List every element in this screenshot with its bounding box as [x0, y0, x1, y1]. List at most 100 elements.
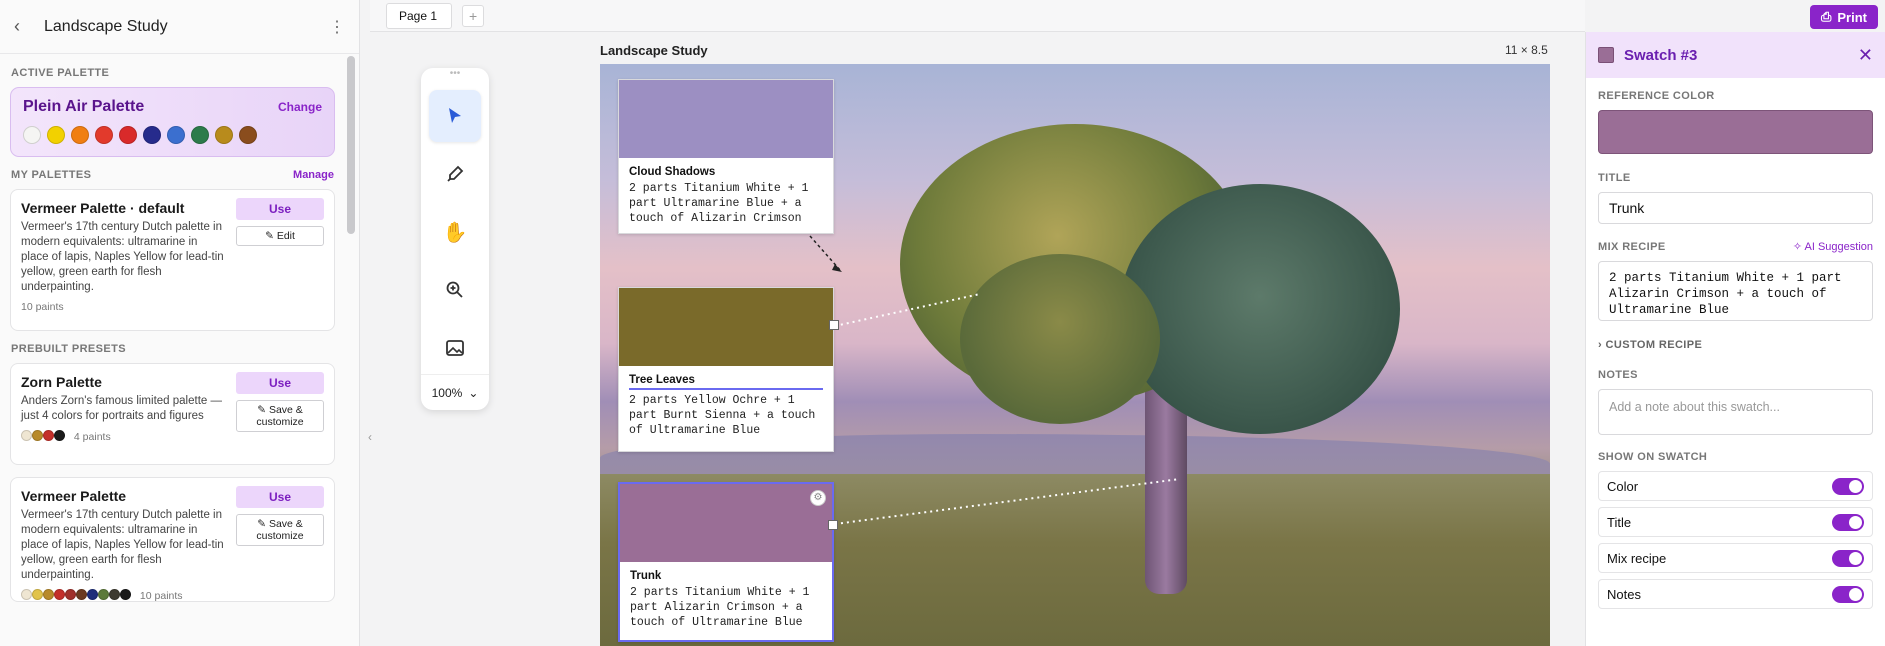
swatch-card[interactable]: Tree Leaves 2 parts Yellow Ochre + 1 par… [618, 287, 839, 452]
toggle-row-mix-recipe[interactable]: Mix recipe [1598, 543, 1873, 573]
swatch-card-selected[interactable]: ⚙ Trunk 2 parts Titanium White + 1 part … [618, 482, 838, 642]
sidebar-scrollbar[interactable] [347, 56, 355, 234]
print-button[interactable]: ⎙ Print [1810, 5, 1878, 29]
eyedropper-tool[interactable] [429, 148, 481, 200]
swatch-inspector: Swatch #3 ✕ REFERENCE COLOR TITLE Trunk … [1585, 32, 1885, 646]
chevron-down-icon: ⌄ [468, 385, 479, 400]
reference-color-picker[interactable] [1598, 110, 1873, 154]
notes-toggle[interactable] [1832, 585, 1864, 603]
add-page-button[interactable]: + [462, 4, 485, 27]
swatch-recipe: 2 parts Titanium White + 1 part Ultramar… [629, 182, 809, 225]
palette-color-dots [23, 126, 322, 144]
print-label: Print [1837, 9, 1868, 25]
zoom-dropdown[interactable]: 100% ⌄ [421, 374, 489, 410]
collapse-sidebar-icon[interactable]: ‹ [368, 430, 372, 444]
mix-recipe-toggle[interactable] [1832, 549, 1864, 567]
title-label: TITLE [1598, 172, 1873, 184]
mix-recipe-label: MIX RECIPE ✧ AI Suggestion [1598, 240, 1873, 254]
color-swatch-dot [54, 589, 65, 600]
swatch-card[interactable]: Cloud Shadows 2 parts Titanium White + 1… [618, 79, 834, 234]
hand-icon: ✋ [442, 221, 468, 244]
zoom-in-icon [446, 281, 463, 298]
section-label: PREBUILT PRESETS [11, 343, 126, 355]
paint-count: 4 paints [73, 431, 111, 443]
color-swatch-dot [215, 126, 233, 144]
ai-suggestion-button[interactable]: ✧ AI Suggestion [1793, 240, 1873, 253]
preset-color-dots [21, 589, 131, 603]
save-customize-button[interactable]: ✎ Save & customize [236, 514, 324, 546]
use-preset-button[interactable]: Use [236, 372, 324, 394]
edit-icon: ✎ [257, 404, 267, 416]
color-swatch-dot [95, 126, 113, 144]
select-tool[interactable] [429, 90, 481, 142]
color-swatch-dot [191, 126, 209, 144]
color-swatch-dot [32, 430, 43, 441]
zoom-tool[interactable] [429, 264, 481, 316]
toggle-label: Mix recipe [1607, 550, 1667, 566]
reference-color-label: REFERENCE COLOR [1598, 90, 1873, 102]
image-tool[interactable] [429, 322, 481, 374]
swatch-recipe: 2 parts Yellow Ochre + 1 part Burnt Sien… [629, 394, 816, 437]
close-icon[interactable]: ✕ [1858, 45, 1873, 66]
palette-card[interactable]: Vermeer Palette · default Vermeer's 17th… [10, 189, 335, 331]
toggle-row-notes[interactable]: Notes [1598, 579, 1873, 609]
chevron-right-icon: › [1598, 339, 1603, 351]
notes-input[interactable]: Add a note about this swatch... [1598, 389, 1873, 435]
mix-recipe-input[interactable]: 2 parts Titanium White + 1 part Alizarin… [1598, 261, 1873, 321]
pan-tool[interactable]: ✋ [429, 206, 481, 258]
swatch-color [619, 80, 833, 158]
inspector-header: Swatch #3 ✕ [1586, 32, 1885, 78]
label-text: SHOW ON SWATCH [1598, 451, 1708, 463]
title-input[interactable]: Trunk [1598, 192, 1873, 224]
pencil-icon: ✎ [265, 230, 274, 242]
preset-card-vermeer[interactable]: Vermeer Palette Vermeer's 17th century D… [10, 477, 335, 602]
page-tabs: Page 1 + [370, 0, 1585, 32]
preset-paints: 4 paints [21, 430, 324, 444]
toggle-label: Title [1607, 514, 1632, 530]
connector-handle[interactable] [828, 520, 838, 530]
use-palette-button[interactable]: Use [236, 198, 324, 220]
swatch-recipe: 2 parts Titanium White + 1 part Alizarin… [630, 586, 810, 629]
preset-card-zorn[interactable]: Zorn Palette Anders Zorn's famous limite… [10, 363, 335, 465]
toggle-row-title[interactable]: Title [1598, 507, 1873, 537]
use-preset-button[interactable]: Use [236, 486, 324, 508]
canvas-page[interactable]: Cloud Shadows 2 parts Titanium White + 1… [600, 64, 1550, 646]
connector-handle[interactable] [829, 320, 839, 330]
settings-icon[interactable]: ⚙ [810, 490, 826, 506]
app: ‹ Landscape Study ⋮ ACTIVE PALETTE Plein… [0, 0, 1885, 646]
edit-label: Edit [276, 230, 295, 242]
toggle-row-color[interactable]: Color [1598, 471, 1873, 501]
preset-description: Anders Zorn's famous limited palette — j… [21, 395, 222, 422]
inspector-title: Swatch #3 [1624, 46, 1698, 64]
custom-recipe-toggle[interactable]: › CUSTOM RECIPE [1598, 339, 1873, 351]
cursor-icon [449, 108, 461, 123]
image-icon [446, 340, 464, 356]
color-swatch-dot [239, 126, 257, 144]
color-swatch-dot [119, 126, 137, 144]
edit-icon: ✎ [257, 518, 267, 530]
color-swatch-dot [109, 589, 120, 600]
left-sidebar: ‹ Landscape Study ⋮ ACTIVE PALETTE Plein… [0, 0, 360, 646]
color-swatch-dot [71, 126, 89, 144]
color-toggle[interactable] [1832, 477, 1864, 495]
tool-palette: ••• ✋ 100% ⌄ [421, 68, 489, 410]
edit-palette-button[interactable]: ✎ Edit [236, 226, 324, 246]
drag-handle-icon[interactable]: ••• [421, 68, 489, 84]
manage-button[interactable]: Manage [293, 169, 334, 181]
swatch-color [620, 484, 832, 562]
preset-paints: 10 paints [21, 589, 324, 603]
tab-page-1[interactable]: Page 1 [386, 2, 453, 29]
more-options-icon[interactable]: ⋮ [329, 17, 345, 37]
title-toggle[interactable] [1832, 513, 1864, 531]
my-palettes-heading: MY PALETTES Manage [11, 169, 334, 181]
active-palette-card: Plein Air Palette Change [10, 87, 335, 157]
project-title: Landscape Study [44, 17, 168, 35]
label-text: NOTES [1598, 369, 1638, 381]
toggle-label: Color [1607, 478, 1639, 494]
save-customize-button[interactable]: ✎ Save & customize [236, 400, 324, 432]
change-palette-button[interactable]: Change [278, 100, 322, 114]
active-palette-name: Plein Air Palette [23, 98, 145, 115]
color-swatch-dot [23, 126, 41, 144]
back-icon[interactable]: ‹ [14, 16, 36, 37]
label-text: REFERENCE COLOR [1598, 90, 1715, 102]
